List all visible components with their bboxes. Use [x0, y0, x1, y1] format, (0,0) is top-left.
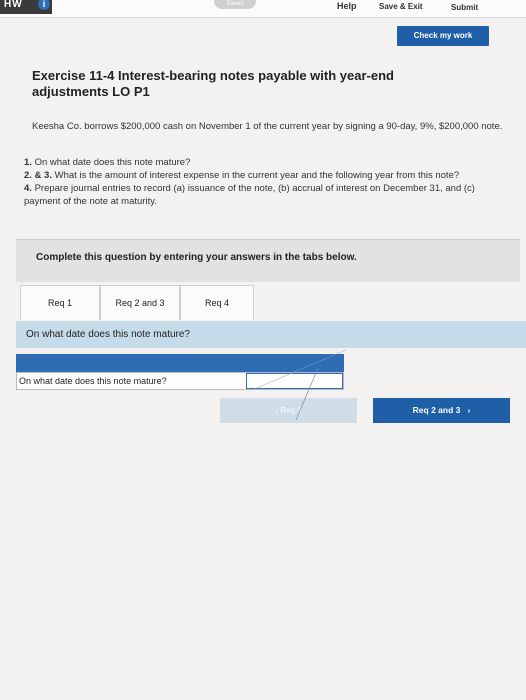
pen-mark-overlay — [251, 349, 347, 421]
pen-stroke — [251, 349, 347, 391]
pen-stroke — [295, 367, 319, 421]
